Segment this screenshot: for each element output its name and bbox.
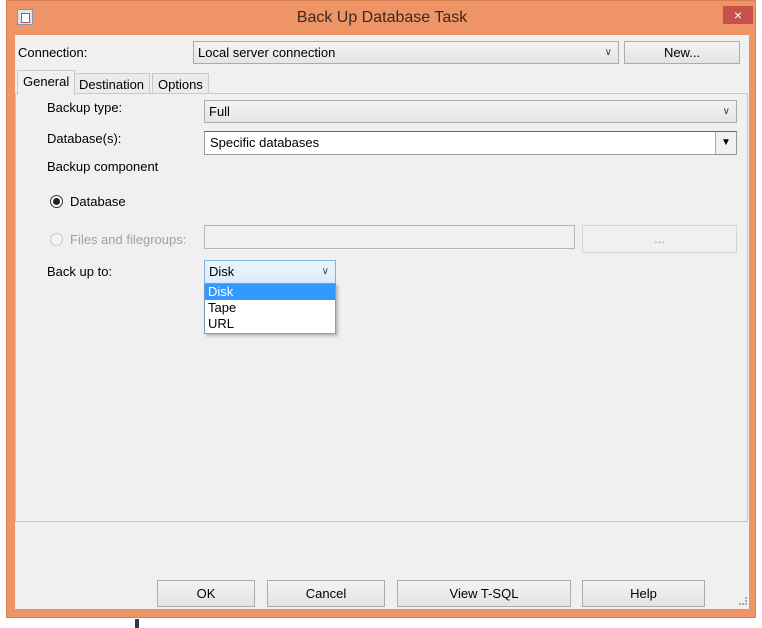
tab-options[interactable]: Options bbox=[152, 73, 209, 95]
chevron-down-icon: ∨ bbox=[604, 47, 612, 58]
radio-files-label: Files and filegroups: bbox=[70, 232, 187, 247]
back-up-to-value: Disk bbox=[209, 264, 235, 279]
tab-general[interactable]: General bbox=[17, 70, 76, 95]
help-button[interactable]: Help bbox=[582, 580, 705, 607]
chevron-down-icon: ∨ bbox=[321, 266, 329, 277]
radio-database-label: Database bbox=[70, 194, 126, 209]
dialog-window: Back Up Database Task × Connection: Loca… bbox=[6, 0, 756, 618]
radio-database[interactable] bbox=[50, 195, 63, 208]
connection-combo[interactable]: Local server connection ∨ bbox=[193, 41, 619, 64]
view-tsql-button[interactable]: View T-SQL bbox=[397, 580, 571, 607]
connection-value: Local server connection bbox=[198, 45, 336, 60]
option-disk[interactable]: Disk bbox=[205, 284, 335, 300]
databases-label: Database(s): bbox=[47, 131, 122, 146]
chevron-down-icon: ∨ bbox=[722, 106, 730, 117]
new-connection-button[interactable]: New... bbox=[624, 41, 740, 64]
backup-type-label: Backup type: bbox=[47, 100, 123, 115]
background-window-edge bbox=[135, 619, 139, 628]
browse-files-button[interactable]: ... bbox=[582, 225, 737, 253]
dialog-client: Connection: Local server connection ∨ Ne… bbox=[15, 35, 749, 609]
window-title: Back Up Database Task bbox=[296, 9, 468, 26]
back-up-to-dropdown: Disk Tape URL bbox=[204, 283, 336, 334]
connection-label: Connection: bbox=[18, 45, 88, 60]
backup-type-combo[interactable]: Full ∨ bbox=[204, 100, 737, 123]
option-url[interactable]: URL bbox=[205, 316, 335, 332]
back-up-to-label: Back up to: bbox=[47, 264, 113, 279]
close-button[interactable]: × bbox=[723, 6, 753, 24]
files-input[interactable] bbox=[204, 225, 575, 249]
resize-grip-icon[interactable] bbox=[739, 597, 747, 605]
radio-files[interactable] bbox=[50, 233, 63, 246]
back-up-to-combo[interactable]: Disk ∨ bbox=[204, 260, 336, 284]
ok-button[interactable]: OK bbox=[157, 580, 255, 607]
tab-destination[interactable]: Destination bbox=[73, 73, 151, 95]
general-panel: Backup type: Full ∨ Database(s): Specifi… bbox=[15, 93, 748, 522]
backup-type-value: Full bbox=[209, 104, 230, 119]
backup-component-label: Backup component bbox=[47, 159, 159, 174]
cancel-button[interactable]: Cancel bbox=[267, 580, 385, 607]
databases-combo[interactable]: Specific databases ▼ bbox=[204, 131, 737, 155]
databases-value: Specific databases bbox=[210, 135, 320, 150]
dropdown-arrow-icon[interactable]: ▼ bbox=[715, 132, 736, 154]
option-tape[interactable]: Tape bbox=[205, 300, 335, 316]
